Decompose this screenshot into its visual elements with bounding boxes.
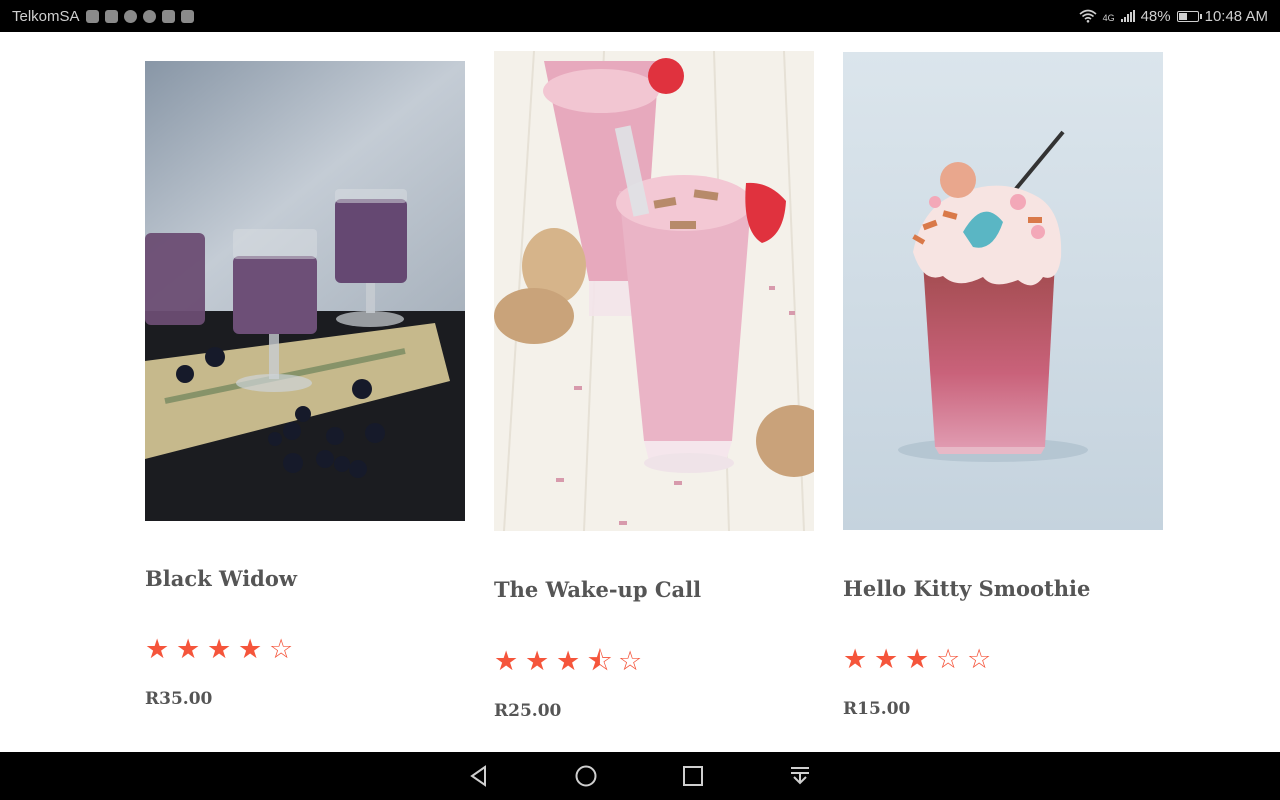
rating-stars: ★ ★ ★ ☆ ☆: [843, 646, 996, 673]
status-left: TelkomSA: [12, 8, 194, 25]
star-filled-icon: ★: [207, 634, 232, 664]
add-notification-icon: [180, 9, 194, 23]
battery-fill: [1178, 12, 1187, 20]
star-empty-icon: ☆: [618, 646, 643, 676]
product-image-hello-kitty-smoothie[interactable]: [843, 52, 1163, 530]
star-empty-icon: ☆: [269, 634, 294, 664]
product-title[interactable]: Hello Kitty Smoothie: [843, 576, 1090, 601]
star-filled-icon: ★: [905, 644, 930, 674]
network-type-label: 4G: [1102, 12, 1115, 23]
rating-stars: ★ ★ ★ ⯪ ☆: [494, 648, 647, 675]
star-filled-icon: ★: [874, 644, 899, 674]
star-filled-icon: ★: [525, 646, 550, 676]
star-empty-icon: ☆: [967, 644, 992, 674]
star-filled-icon: ★: [843, 644, 868, 674]
star-filled-icon: ★: [494, 646, 519, 676]
product-title[interactable]: The Wake-up Call: [494, 577, 701, 602]
star-empty-icon: ☆: [936, 644, 961, 674]
product-image-wake-up-call[interactable]: [494, 51, 814, 531]
calendar-notification-icon: [85, 9, 99, 23]
star-filled-icon: ★: [238, 634, 263, 664]
carrier-label: TelkomSA: [12, 7, 80, 25]
star-half-icon: ⯪: [587, 646, 613, 676]
product-price: R35.00: [145, 689, 213, 709]
product-title[interactable]: Black Widow: [145, 566, 297, 591]
product-price: R15.00: [843, 699, 911, 719]
star-filled-icon: ★: [176, 634, 201, 664]
battery-icon: [1176, 10, 1202, 22]
battery-percent: 48%: [1140, 7, 1171, 25]
product-image-black-widow[interactable]: [145, 61, 465, 521]
back-icon[interactable]: [467, 764, 491, 788]
signal-icon: [1120, 10, 1135, 22]
status-bar: TelkomSA 4G 48% 10:48 AM: [0, 0, 1280, 32]
message-notification-icon: [104, 9, 118, 23]
shield-notification-icon: [142, 9, 156, 23]
navigation-bar: [0, 752, 1280, 800]
product-price: R25.00: [494, 701, 562, 721]
rating-stars: ★ ★ ★ ★ ☆: [145, 636, 298, 663]
chat-notification-icon: [123, 9, 137, 23]
star-filled-icon: ★: [556, 646, 581, 676]
status-right: 4G 48% 10:48 AM: [1079, 8, 1268, 25]
pinwheel-notification-icon: [161, 9, 175, 23]
home-icon[interactable]: [574, 764, 598, 788]
star-filled-icon: ★: [145, 634, 170, 664]
wifi-icon: [1079, 9, 1097, 23]
notification-drawer-icon[interactable]: [788, 764, 812, 788]
recents-icon[interactable]: [681, 764, 705, 788]
clock: 10:48 AM: [1204, 7, 1268, 25]
